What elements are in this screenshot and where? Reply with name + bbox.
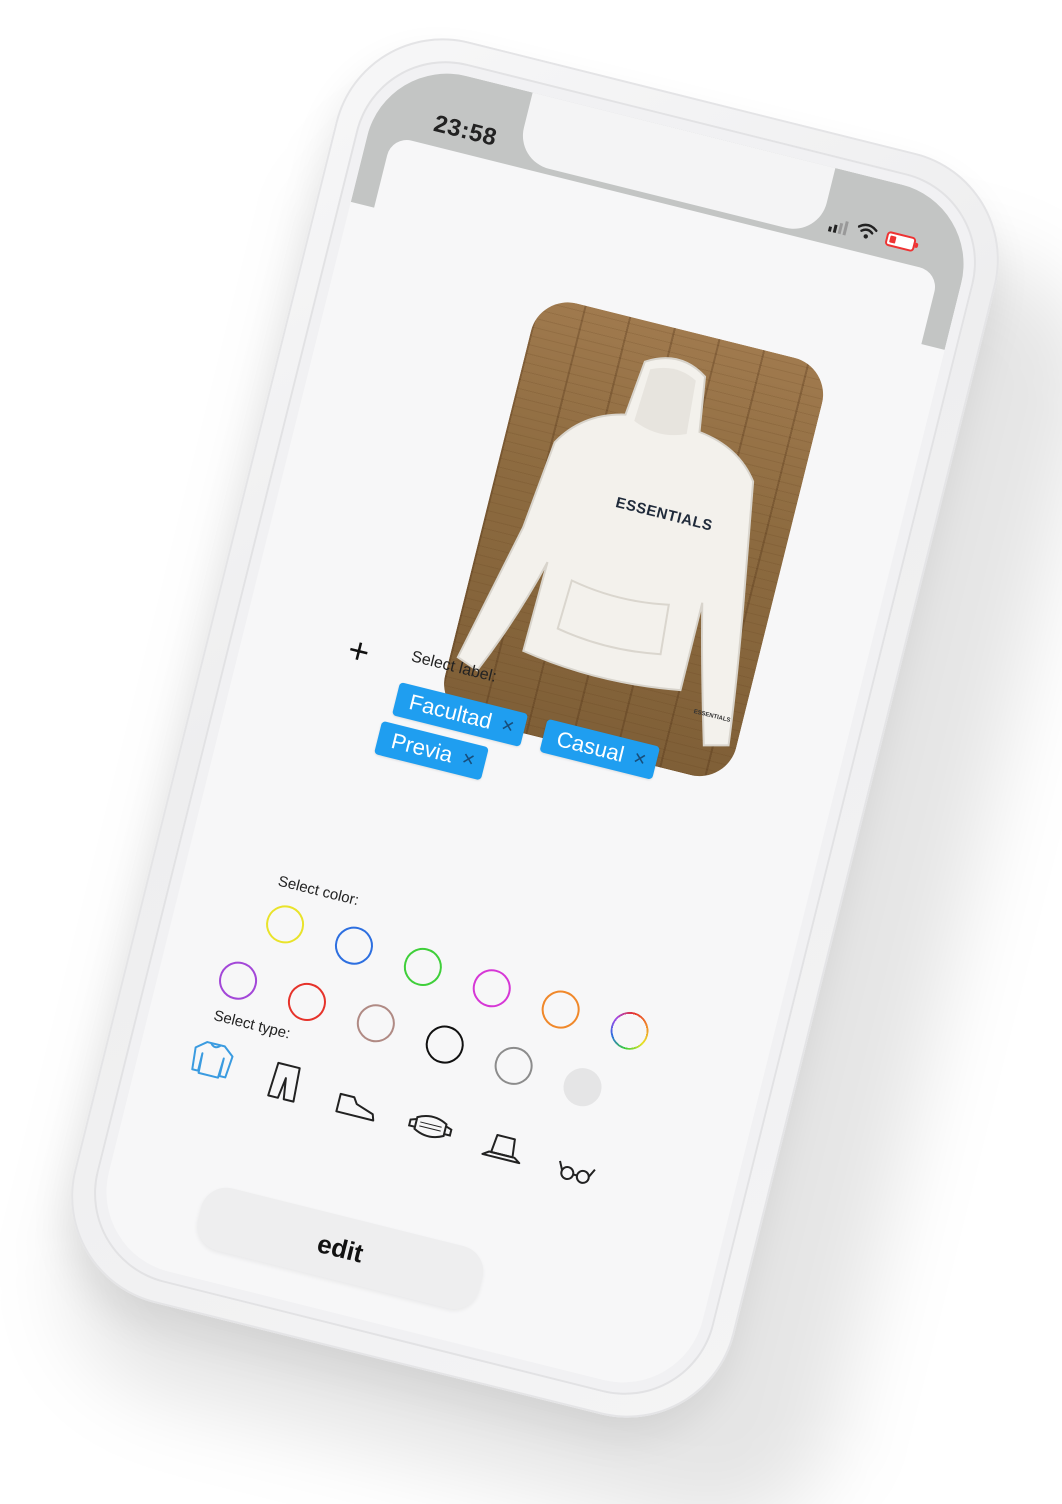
chip-label: Previa [388, 728, 456, 768]
pants-icon[interactable] [258, 1057, 312, 1107]
color-swatch-red[interactable] [283, 978, 330, 1025]
color-swatch-purple[interactable] [215, 957, 262, 1004]
color-swatch-light-gray[interactable] [559, 1064, 606, 1111]
remove-chip-icon[interactable]: ✕ [499, 715, 517, 738]
color-swatch-green[interactable] [399, 943, 446, 991]
color-swatch-gray[interactable] [490, 1042, 537, 1089]
select-type-title: Select type: [211, 1007, 293, 1043]
remove-chip-icon[interactable]: ✕ [631, 748, 649, 771]
mask-icon[interactable] [403, 1102, 457, 1152]
hat-icon[interactable] [476, 1124, 530, 1174]
remove-chip-icon[interactable]: ✕ [459, 749, 477, 772]
color-swatch-multicolor[interactable] [606, 1007, 653, 1054]
plus-icon[interactable]: + [344, 628, 374, 673]
glasses-icon[interactable] [549, 1146, 603, 1196]
color-swatch-brown[interactable] [352, 1000, 399, 1047]
color-swatch-orange[interactable] [537, 986, 584, 1033]
color-swatch-yellow[interactable] [262, 901, 309, 948]
sweater-icon[interactable] [185, 1035, 239, 1085]
color-swatch-pink[interactable] [468, 965, 515, 1012]
shoe-icon[interactable] [331, 1079, 385, 1129]
status-time: 23:58 [431, 110, 500, 152]
select-color-title: Select color: [276, 872, 361, 910]
battery-icon [884, 230, 918, 252]
mockup-stage: 23:58 ESSENTIALS ESSENTIALS + Select lab… [0, 0, 1062, 1504]
wifi-icon [855, 221, 879, 244]
color-swatch-black[interactable] [421, 1021, 468, 1068]
signal-icon [827, 216, 849, 236]
color-swatch-blue[interactable] [330, 922, 377, 969]
